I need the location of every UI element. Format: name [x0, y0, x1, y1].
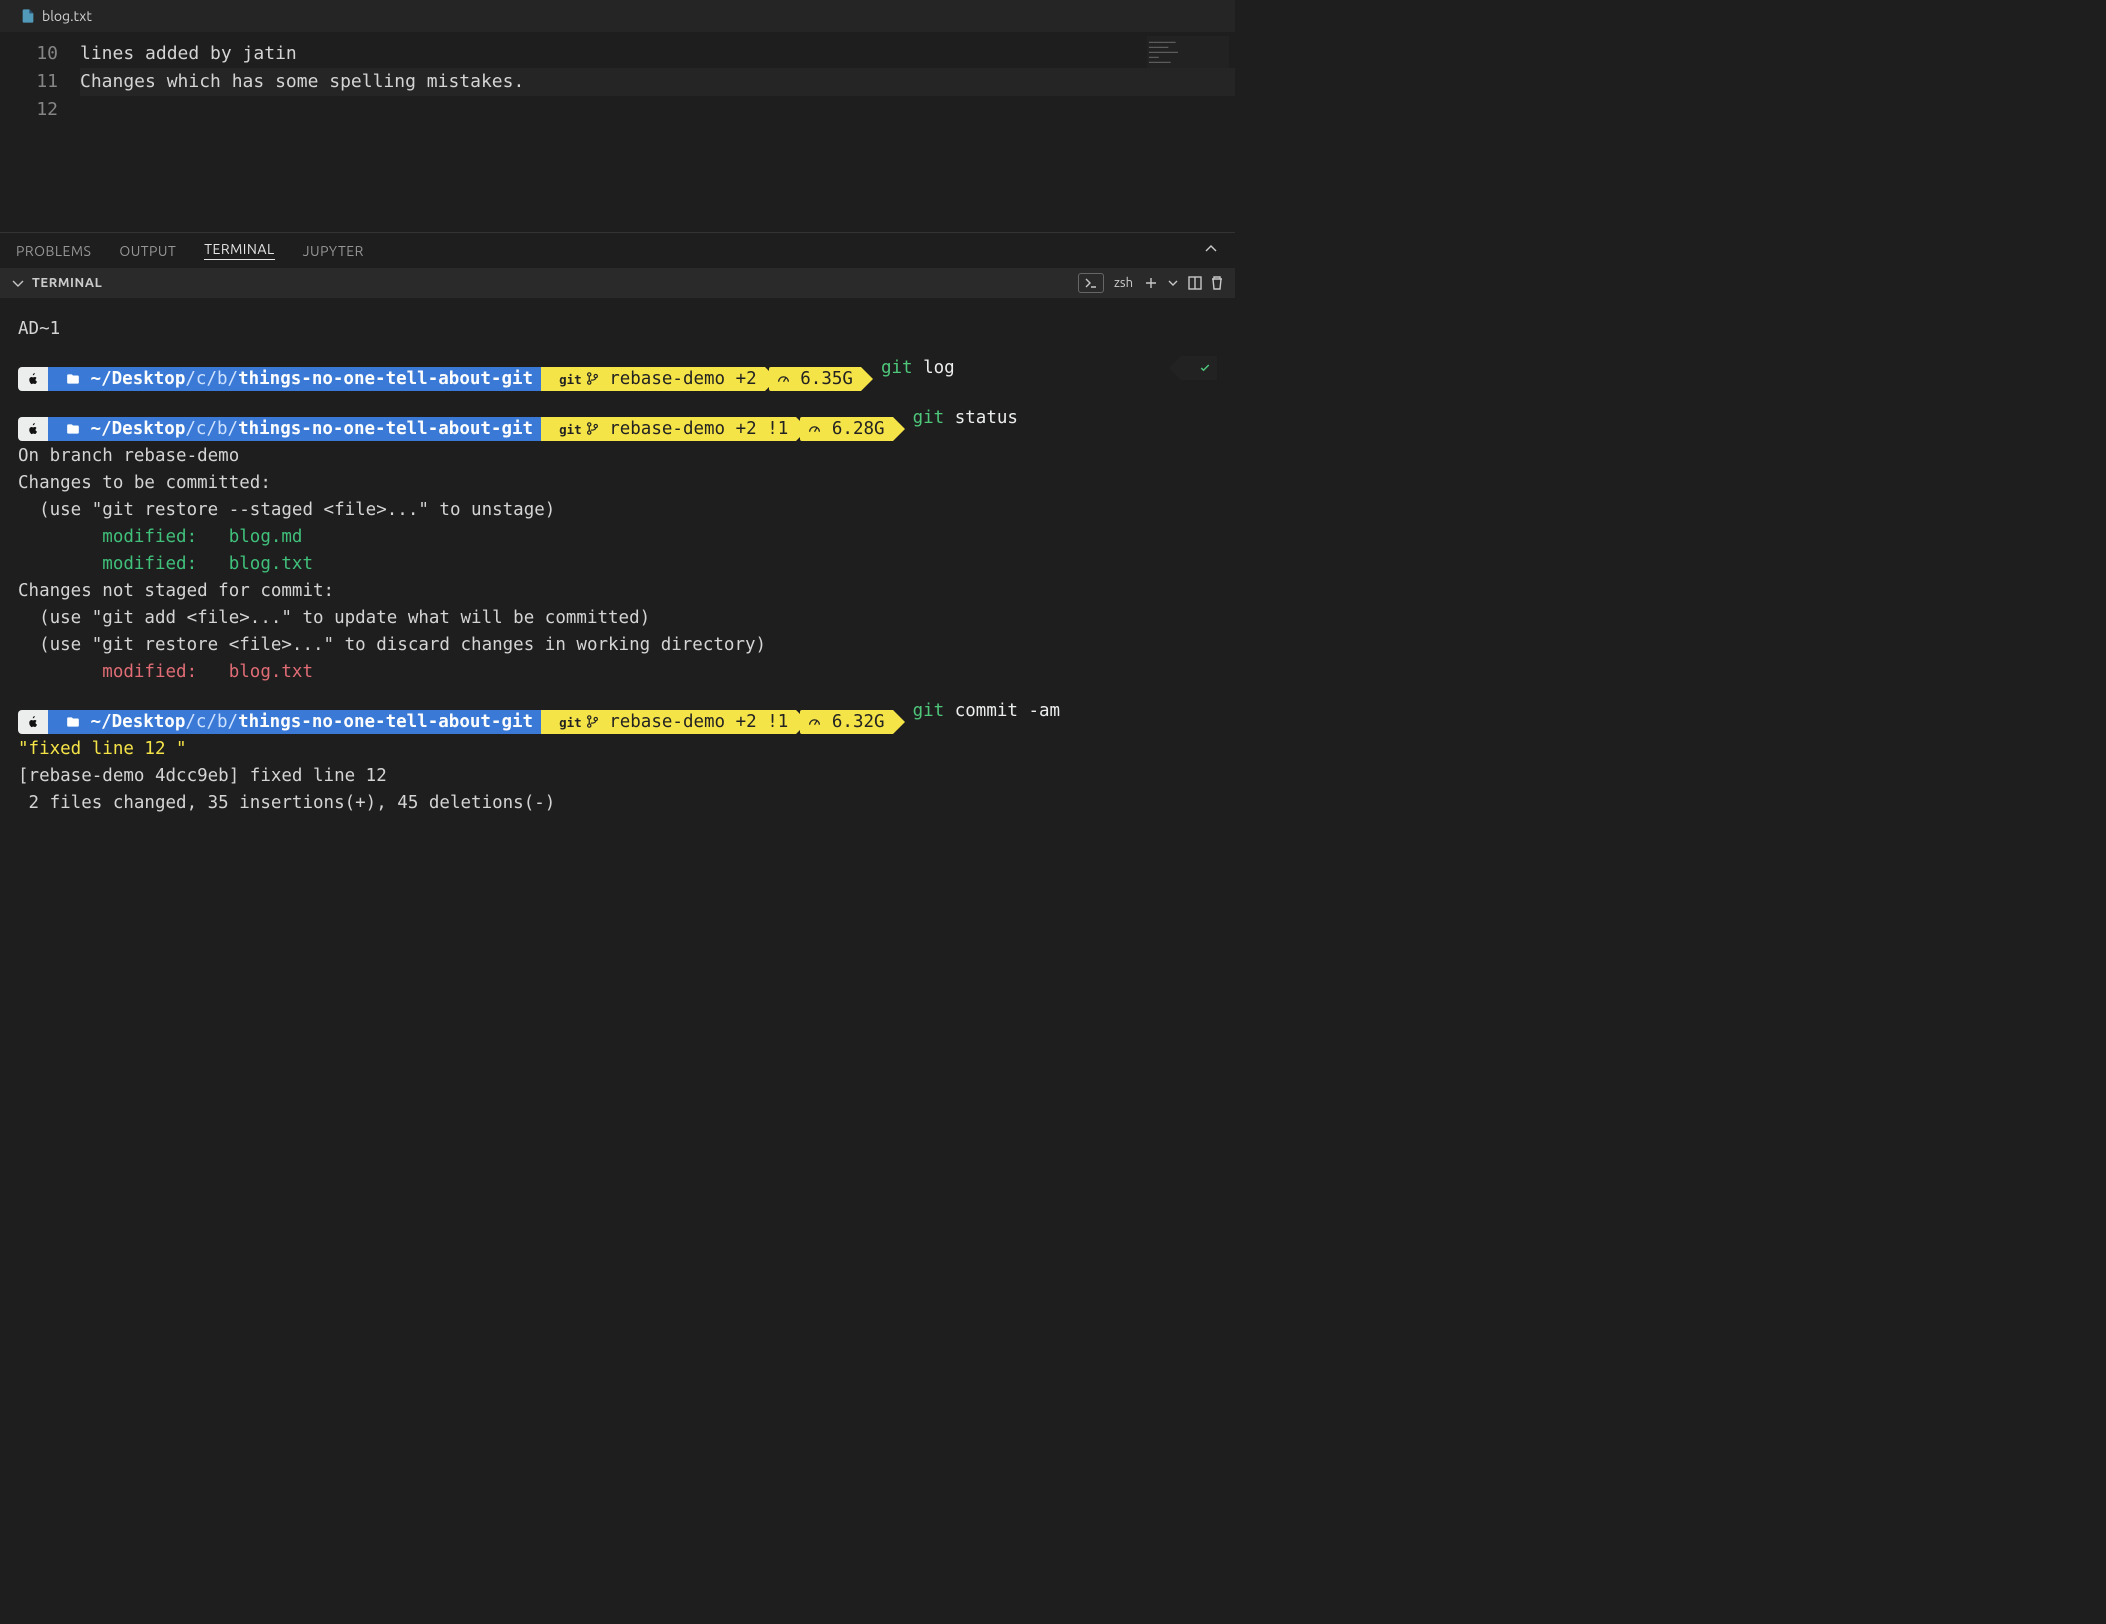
gauge-icon	[777, 372, 790, 385]
code-line: lines added by jatin	[80, 40, 1235, 68]
terminal-line: Changes not staged for commit:	[18, 578, 1217, 605]
terminal-line: [rebase-demo 4dcc9eb] fixed line 12	[18, 763, 1217, 790]
terminal-title: TERMINAL	[32, 276, 102, 290]
tab-jupyter[interactable]: JUPYTER	[303, 243, 364, 259]
git-branch-icon	[586, 715, 599, 728]
tab-output[interactable]: OUTPUT	[119, 243, 176, 259]
apple-icon	[26, 372, 40, 386]
minimap[interactable]: ▂▂▂▂▂▂▂▂▂▂▂▂▂▂▂▂▂▂▂▂▂▂▂▂▂▂▂▂▂▂▂▂▂▂▂▂▂▂▂▂…	[1147, 36, 1229, 96]
terminal-line: modified: blog.txt	[18, 659, 1217, 686]
check-icon	[1199, 362, 1211, 374]
terminal-body[interactable]: AD~1 ~/Desktop/c/b/things-no-one-tell-ab…	[0, 298, 1235, 817]
prompt-row: ~/Desktop/c/b/things-no-one-tell-about-g…	[18, 710, 893, 734]
shell-indicator[interactable]	[1078, 273, 1104, 293]
apple-icon	[26, 422, 40, 436]
split-panel-icon[interactable]	[1187, 275, 1203, 291]
terminal-line: Changes to be committed:	[18, 470, 1217, 497]
chevron-down-icon[interactable]	[10, 275, 26, 291]
tab-blog-txt[interactable]: blog.txt	[8, 0, 104, 32]
terminal-line: modified: blog.md	[18, 524, 1217, 551]
code-editor[interactable]: 10 11 12 lines added by jatin Changes wh…	[0, 32, 1235, 232]
command-text: git status	[913, 405, 1018, 432]
line-number: 12	[0, 96, 58, 124]
plus-icon[interactable]	[1143, 275, 1159, 291]
terminal-line: (use "git add <file>..." to update what …	[18, 605, 1217, 632]
terminal-line: (use "git restore --staged <file>..." to…	[18, 497, 1217, 524]
prompt-row: ~/Desktop/c/b/things-no-one-tell-about-g…	[18, 417, 893, 441]
panel-collapse-icon[interactable]	[1203, 241, 1219, 260]
editor-tab-bar: blog.txt	[0, 0, 1235, 32]
code-line: Changes which has some spelling mistakes…	[80, 68, 1235, 96]
terminal-line: On branch rebase-demo	[18, 443, 1217, 470]
folder-icon	[66, 372, 80, 386]
code-content: lines added by jatin Changes which has s…	[80, 40, 1235, 232]
line-number: 11	[0, 68, 58, 96]
gauge-icon	[808, 422, 821, 435]
terminal-prompt-icon	[1083, 275, 1099, 291]
terminal-line: AD~1	[18, 316, 1217, 343]
line-number-gutter: 10 11 12	[0, 40, 80, 232]
trash-icon[interactable]	[1209, 275, 1225, 291]
terminal-line: modified: blog.txt	[18, 551, 1217, 578]
command-text: git commit -am	[913, 698, 1061, 725]
file-icon	[20, 8, 36, 24]
git-branch-icon	[586, 422, 599, 435]
folder-icon	[66, 422, 80, 436]
terminal-line: 2 files changed, 35 insertions(+), 45 de…	[18, 790, 1217, 817]
terminal-line: "fixed line 12 "	[18, 736, 1217, 763]
tab-problems[interactable]: PROBLEMS	[16, 243, 91, 259]
gauge-icon	[808, 715, 821, 728]
terminal-line: (use "git restore <file>..." to discard …	[18, 632, 1217, 659]
folder-icon	[66, 715, 80, 729]
success-badge	[1181, 356, 1217, 380]
panel-tabs: PROBLEMS OUTPUT TERMINAL JUPYTER	[0, 232, 1235, 268]
prompt-row: ~/Desktop/c/b/things-no-one-tell-about-g…	[18, 367, 861, 391]
tab-filename: blog.txt	[42, 8, 92, 24]
chevron-down-small-icon[interactable]	[1165, 275, 1181, 291]
command-text: git log	[881, 355, 955, 382]
git-branch-icon	[586, 372, 599, 385]
tab-terminal[interactable]: TERMINAL	[204, 241, 274, 260]
terminal-header: TERMINAL zsh	[0, 268, 1235, 298]
apple-icon	[26, 715, 40, 729]
shell-name: zsh	[1114, 276, 1133, 290]
line-number: 10	[0, 40, 58, 68]
